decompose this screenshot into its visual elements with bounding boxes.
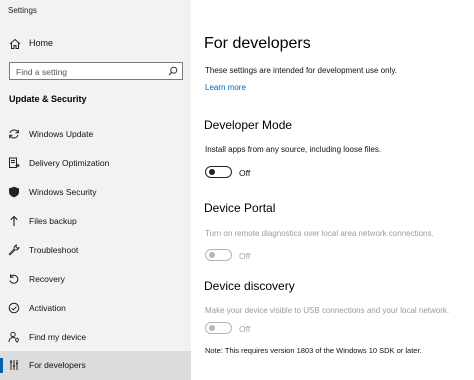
sidebar-item-label: Activation — [29, 303, 66, 313]
sidebar-item-troubleshoot[interactable]: Troubleshoot — [0, 236, 191, 265]
sync-icon — [9, 129, 19, 139]
sidebar-item-delivery-optimization[interactable]: Delivery Optimization — [0, 149, 191, 178]
sidebar-item-for-developers[interactable]: For developers — [0, 351, 191, 380]
section-title: Update & Security — [9, 94, 87, 104]
wrench-icon — [8, 244, 20, 256]
home-nav-item[interactable]: Home — [0, 34, 191, 54]
sidebar-item-label: Windows Update — [29, 129, 94, 139]
toggle-knob — [209, 252, 215, 258]
window-title: Settings — [8, 6, 37, 15]
sdk-note: Note: This requires version 1803 of the … — [205, 346, 422, 355]
backup-arrow-icon — [10, 215, 18, 226]
toggle-knob — [209, 169, 215, 175]
page-title: For developers — [204, 35, 311, 52]
sidebar-item-recovery[interactable]: Recovery — [0, 265, 191, 294]
sidebar-item-label: For developers — [29, 360, 86, 370]
developer-mode-heading: Developer Mode — [204, 118, 293, 132]
developer-mode-description: Install apps from any source, including … — [205, 145, 382, 154]
sidebar-item-windows-update[interactable]: Windows Update — [0, 120, 191, 149]
search-box[interactable] — [9, 62, 183, 80]
learn-more-link[interactable]: Learn more — [205, 83, 246, 92]
sidebar-item-label: Files backup — [29, 216, 77, 226]
device-discovery-toggle-state: Off — [239, 324, 251, 334]
sidebar-item-find-my-device[interactable]: Find my device — [0, 323, 191, 352]
sidebar-item-label: Find my device — [29, 332, 87, 342]
device-portal-toggle-state: Off — [239, 251, 251, 261]
developer-mode-toggle[interactable] — [205, 166, 232, 178]
developer-mode-toggle-state: Off — [239, 168, 251, 178]
shield-icon — [9, 186, 19, 198]
device-portal-description: Turn on remote diagnostics over local ar… — [205, 229, 434, 238]
search-input[interactable] — [16, 66, 166, 77]
sidebar-item-label: Troubleshoot — [29, 245, 79, 255]
intro-text: These settings are intended for developm… — [205, 66, 397, 75]
device-discovery-heading: Device discovery — [204, 279, 295, 293]
delivery-optimization-icon — [9, 157, 20, 168]
device-discovery-toggle[interactable] — [205, 322, 232, 334]
home-icon — [9, 38, 21, 49]
home-label: Home — [29, 38, 54, 48]
activation-check-icon — [8, 302, 20, 314]
main-panel: For developers These settings are intend… — [191, 0, 474, 380]
sidebar-item-label: Recovery — [29, 274, 65, 284]
sidebar-item-files-backup[interactable]: Files backup — [0, 207, 191, 236]
toggle-knob — [209, 325, 215, 331]
device-portal-toggle[interactable] — [205, 249, 232, 261]
sidebar-item-label: Windows Security — [29, 187, 97, 197]
recovery-icon — [9, 274, 19, 284]
device-portal-heading: Device Portal — [204, 201, 276, 215]
sidebar: Settings Home Update & Security Windows … — [0, 0, 191, 380]
search-icon[interactable] — [168, 66, 178, 76]
person-location-icon — [8, 331, 19, 343]
sidebar-item-windows-security[interactable]: Windows Security — [0, 178, 191, 207]
sidebar-item-label: Delivery Optimization — [29, 158, 110, 168]
device-discovery-description: Make your device visible to USB connecti… — [205, 306, 450, 315]
developer-tools-icon — [10, 360, 18, 370]
sidebar-item-activation[interactable]: Activation — [0, 294, 191, 323]
